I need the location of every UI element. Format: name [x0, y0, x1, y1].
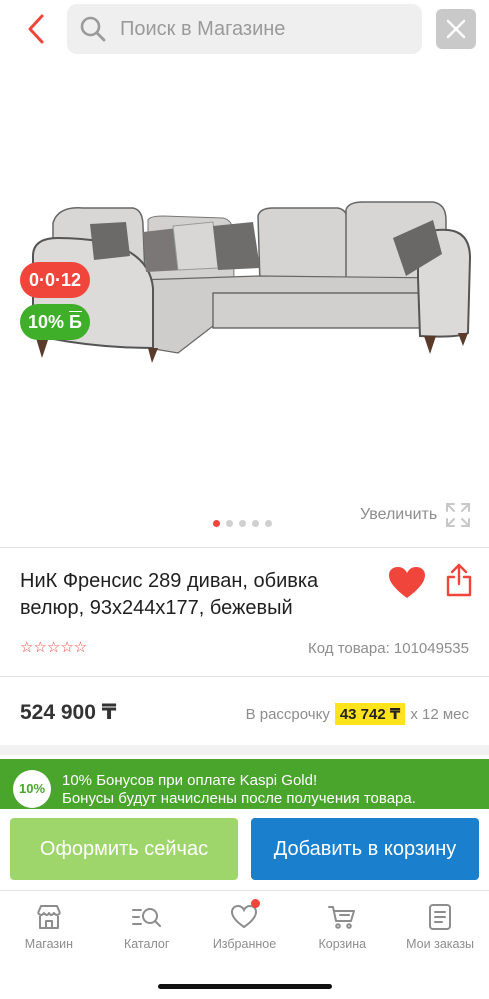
share-button[interactable]	[444, 562, 474, 598]
bonus-banner[interactable]: 10% 10% Бонусов при оплате Kaspi Gold! Б…	[0, 759, 489, 809]
cart-icon	[328, 906, 356, 929]
nav-label: Корзина	[318, 937, 367, 951]
nav-item-favorites[interactable]: Избранное	[196, 891, 294, 962]
nav-item-orders[interactable]: Мои заказы	[391, 891, 489, 962]
search-input[interactable]: Поиск в Магазине	[67, 4, 422, 54]
close-button[interactable]	[436, 9, 476, 49]
product-title: НиК Френсис 289 диван, обивка велюр, 93x…	[20, 570, 319, 619]
slide-dot[interactable]	[226, 520, 233, 527]
nav-item-catalog[interactable]: Каталог	[98, 891, 196, 962]
bonus-line-2: Бонусы будут начислены после получения т…	[62, 790, 416, 807]
add-to-cart-button[interactable]: Добавить в корзину	[251, 818, 479, 880]
rating-stars-glyphs: ☆☆☆☆☆	[20, 639, 88, 656]
zoom-label: Увеличить	[360, 506, 438, 523]
back-button[interactable]	[22, 12, 52, 46]
search-icon	[80, 16, 106, 42]
divider	[0, 676, 489, 677]
notification-dot	[251, 899, 261, 908]
bonus-badge: 10% Б	[20, 304, 90, 340]
nav-item-shop[interactable]: Магазин	[0, 891, 98, 962]
bonus-circle-badge: 10%	[13, 770, 51, 808]
bonus-badge-percent: 10%	[28, 312, 65, 332]
share-icon	[446, 563, 472, 597]
divider	[0, 547, 489, 548]
home-indicator	[158, 984, 332, 989]
bonus-line-1: 10% Бонусов при оплате Kaspi Gold!	[62, 772, 318, 789]
installment-info[interactable]: В рассрочку 43 742 ₸ х 12 мес	[246, 703, 469, 725]
favorite-button[interactable]	[388, 566, 426, 600]
product-image-gallery[interactable]: 0·0·12 10% Б Увеличить	[0, 58, 489, 538]
slide-dot[interactable]	[252, 520, 259, 527]
slide-dot[interactable]	[265, 520, 272, 527]
nav-item-cart[interactable]: Корзина	[293, 891, 391, 962]
expand-icon	[446, 503, 471, 527]
zoom-button[interactable]: Увеличить	[360, 502, 471, 528]
nav-label: Избранное	[212, 937, 277, 951]
top-bar: Поиск в Магазине	[0, 0, 489, 58]
nav-label: Мои заказы	[406, 937, 475, 951]
installment-amount: 43 742 ₸	[334, 703, 406, 725]
chevron-left-icon	[28, 14, 44, 44]
slide-dot[interactable]	[239, 520, 246, 527]
section-gap	[0, 745, 489, 755]
installment-suffix: х 12 мес	[410, 705, 469, 723]
slide-indicator	[213, 520, 272, 528]
nav-label: Каталог	[123, 937, 170, 951]
product-price: 524 900 ₸	[20, 701, 117, 724]
store-icon	[36, 905, 61, 929]
installment-prefix: В рассрочку	[245, 705, 330, 723]
orders-list-icon	[429, 904, 452, 930]
heart-icon	[389, 567, 425, 598]
product-sku: Код товара: 101049535	[308, 640, 469, 657]
nav-label: Магазин	[24, 937, 73, 951]
installment-badge: 0·0·12	[20, 262, 90, 298]
bottom-nav: Магазин Каталог Избранное Корзина Мои за…	[0, 890, 489, 962]
catalog-search-icon	[131, 908, 161, 927]
bonus-badge-currency: Б	[69, 312, 82, 332]
product-image	[32, 201, 472, 363]
search-placeholder: Поиск в Магазине	[120, 18, 286, 40]
rating-stars: ☆☆☆☆☆	[20, 640, 87, 655]
close-icon	[446, 19, 466, 39]
slide-dot[interactable]	[213, 520, 220, 527]
checkout-now-button[interactable]: Оформить сейчас	[10, 818, 238, 880]
